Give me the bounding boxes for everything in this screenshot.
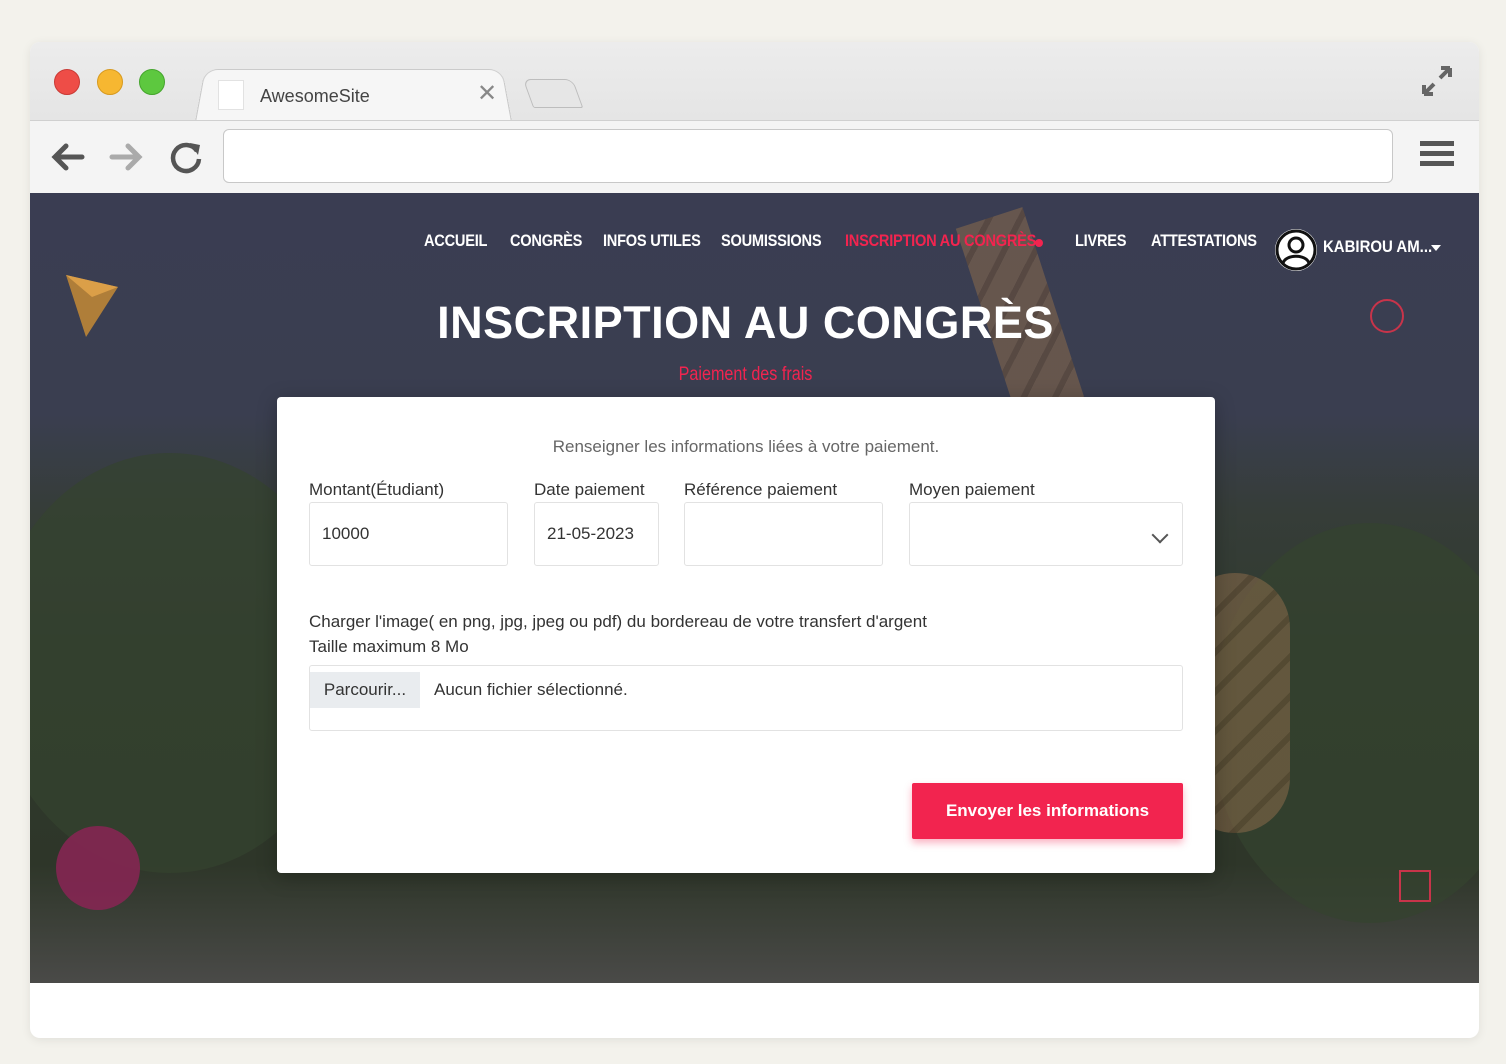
payment-form-card: Renseigner les informations liées à votr… <box>277 397 1215 873</box>
nav-inscription-au-congres[interactable]: INSCRIPTION AU CONGRÈS <box>845 231 1036 251</box>
tab-title: AwesomeSite <box>260 86 370 106</box>
browser-menu-icon[interactable] <box>1420 141 1454 171</box>
file-upload-input[interactable]: Parcourir... Aucun fichier sélectionné. <box>309 665 1183 731</box>
moyen-select[interactable] <box>909 502 1183 566</box>
new-tab-button[interactable] <box>522 79 584 108</box>
square-decoration <box>1399 870 1431 902</box>
montant-field[interactable]: 10000 <box>309 502 508 566</box>
submit-button[interactable]: Envoyer les informations <box>912 783 1183 839</box>
date-field[interactable]: 21-05-2023 <box>534 502 659 566</box>
reference-field[interactable] <box>684 502 883 566</box>
user-menu-caret-icon[interactable] <box>1431 245 1441 251</box>
user-name[interactable]: KABIROU AM... <box>1323 237 1432 257</box>
nav-infos-utiles[interactable]: INFOS UTILES <box>603 231 701 251</box>
chevron-down-icon <box>1151 526 1169 544</box>
browser-chrome: AwesomeSite ✕ <box>30 42 1479 194</box>
upload-instructions: Charger l'image( en png, jpg, jpeg ou pd… <box>309 609 927 659</box>
zoom-window-button[interactable] <box>139 69 165 95</box>
reference-label: Référence paiement <box>684 480 838 499</box>
reload-icon[interactable] <box>166 137 206 177</box>
browser-window: AwesomeSite ✕ ACCUEIL CONGRÈS INFOS UTIL… <box>30 42 1479 1038</box>
tab-strip: AwesomeSite ✕ <box>30 42 1479 122</box>
forward-arrow-icon[interactable] <box>106 137 146 177</box>
moyen-label: Moyen paiement <box>909 480 1035 499</box>
minimize-window-button[interactable] <box>97 69 123 95</box>
browser-toolbar <box>30 120 1479 194</box>
user-avatar-icon[interactable] <box>1275 229 1317 271</box>
nav-congres[interactable]: CONGRÈS <box>510 231 582 251</box>
page-content: ACCUEIL CONGRÈS INFOS UTILES SOUMISSIONS… <box>30 193 1479 983</box>
fullscreen-icon[interactable] <box>1420 64 1454 98</box>
page-title: INSCRIPTION AU CONGRÈS <box>437 297 1054 348</box>
nav-soumissions[interactable]: SOUMISSIONS <box>721 231 822 251</box>
back-arrow-icon[interactable] <box>48 137 88 177</box>
file-status: Aucun fichier sélectionné. <box>434 680 628 699</box>
montant-label: Montant(Étudiant) <box>309 480 445 499</box>
tab-close-icon[interactable]: ✕ <box>477 80 497 108</box>
address-bar[interactable] <box>223 129 1393 183</box>
active-indicator-dot <box>1035 239 1043 247</box>
page-subtitle: Paiement des frais <box>678 364 813 385</box>
upload-instructions-line: Charger l'image( en png, jpg, jpeg ou pd… <box>309 612 927 631</box>
nav-livres[interactable]: LIVRES <box>1075 231 1127 251</box>
browser-tab-content: AwesomeSite ✕ <box>215 78 505 118</box>
browse-button[interactable]: Parcourir... <box>310 672 420 708</box>
upload-size-limit: Taille maximum 8 Mo <box>309 637 469 656</box>
favicon-icon <box>218 80 244 110</box>
close-window-button[interactable] <box>54 69 80 95</box>
nav-attestations[interactable]: ATTESTATIONS <box>1151 231 1257 251</box>
blob-decoration <box>56 826 140 910</box>
nav-accueil[interactable]: ACCUEIL <box>424 231 487 251</box>
date-label: Date paiement <box>534 480 645 499</box>
form-intro: Renseigner les informations liées à votr… <box>552 437 940 456</box>
